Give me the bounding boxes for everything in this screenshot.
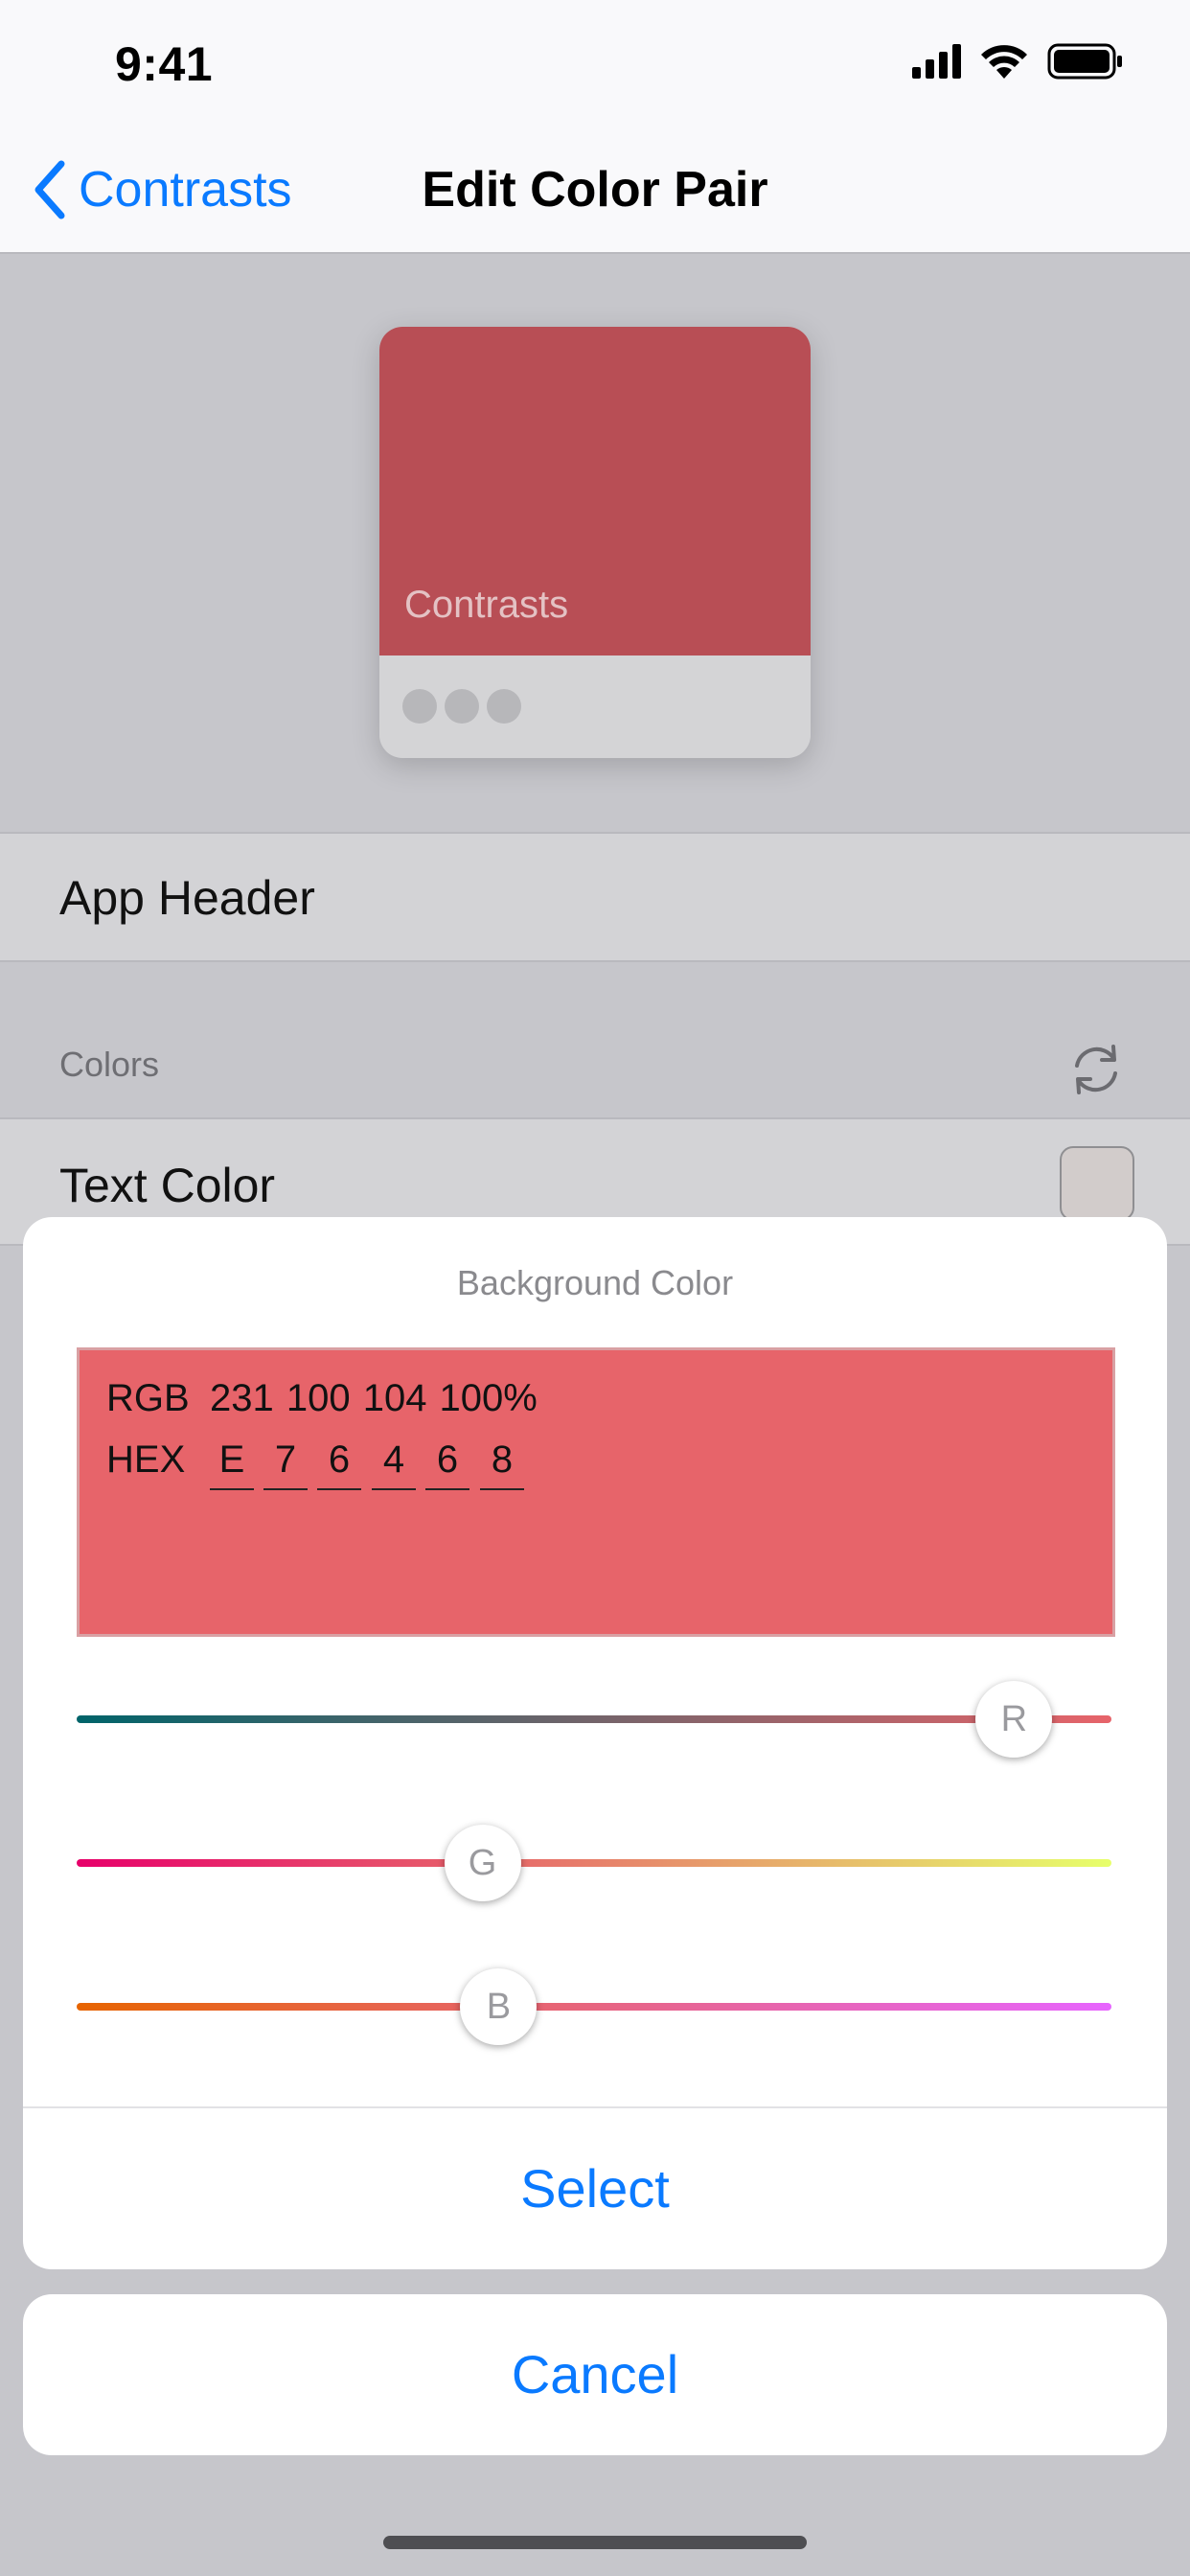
list-item-label: App Header xyxy=(59,871,315,925)
sheet-title: Background Color xyxy=(456,1263,734,1302)
hex-digit-field[interactable]: 6 xyxy=(425,1435,469,1490)
red-slider-thumb[interactable]: R xyxy=(975,1681,1053,1758)
hex-label: HEX xyxy=(106,1438,186,1481)
cancel-card: Cancel xyxy=(23,2294,1167,2455)
cancel-button[interactable]: Cancel xyxy=(23,2294,1167,2455)
red-slider-track[interactable] xyxy=(77,1715,1111,1723)
hex-digit-field[interactable]: 8 xyxy=(480,1435,524,1490)
rgb-label: RGB xyxy=(106,1377,190,1419)
preview-app-name: Contrasts xyxy=(404,584,569,626)
battery-icon xyxy=(1047,43,1122,80)
home-indicator xyxy=(383,2536,807,2549)
blue-slider-thumb[interactable]: B xyxy=(460,1968,538,2045)
color-preview-box: RGB 231 100 104 100% HEX E 7 6 4 6 8 xyxy=(77,1347,1115,1637)
green-slider-track[interactable] xyxy=(77,1859,1111,1867)
preview-card: Contrasts xyxy=(379,327,811,758)
color-picker-sheet: Background Color RGB 231 100 104 100% HE… xyxy=(23,1217,1167,2269)
wifi-icon xyxy=(981,45,1027,79)
select-button[interactable]: Select xyxy=(23,2108,1167,2269)
hex-digit-field[interactable]: 4 xyxy=(372,1435,416,1490)
rgb-values[interactable]: 231 100 104 100% xyxy=(210,1377,538,1420)
green-slider-thumb[interactable]: G xyxy=(444,1825,521,1901)
preview-app-header: Contrasts xyxy=(379,327,811,656)
preview-dot xyxy=(402,689,437,724)
status-icons xyxy=(912,42,1123,80)
swap-colors-icon[interactable] xyxy=(1065,1039,1127,1105)
status-time: 9:41 xyxy=(115,37,214,91)
hex-digit-field[interactable]: 6 xyxy=(317,1435,361,1490)
list-item-app-header[interactable]: App Header xyxy=(0,832,1190,962)
list-item-label: Text Color xyxy=(59,1159,276,1212)
section-header-colors: Colors xyxy=(59,1045,160,1084)
color-swatch[interactable] xyxy=(1060,1146,1134,1221)
cellular-signal-icon xyxy=(912,44,961,79)
page-title: Edit Color Pair xyxy=(422,162,768,218)
hex-digit-field[interactable]: E xyxy=(210,1435,254,1490)
hex-digit-field[interactable]: 7 xyxy=(263,1435,308,1490)
navigation-bar: 9:41 Contrasts Edit Color Pair xyxy=(0,0,1190,254)
preview-dot xyxy=(445,689,479,724)
preview-dot xyxy=(487,689,521,724)
blue-slider-track[interactable] xyxy=(77,2003,1111,2011)
